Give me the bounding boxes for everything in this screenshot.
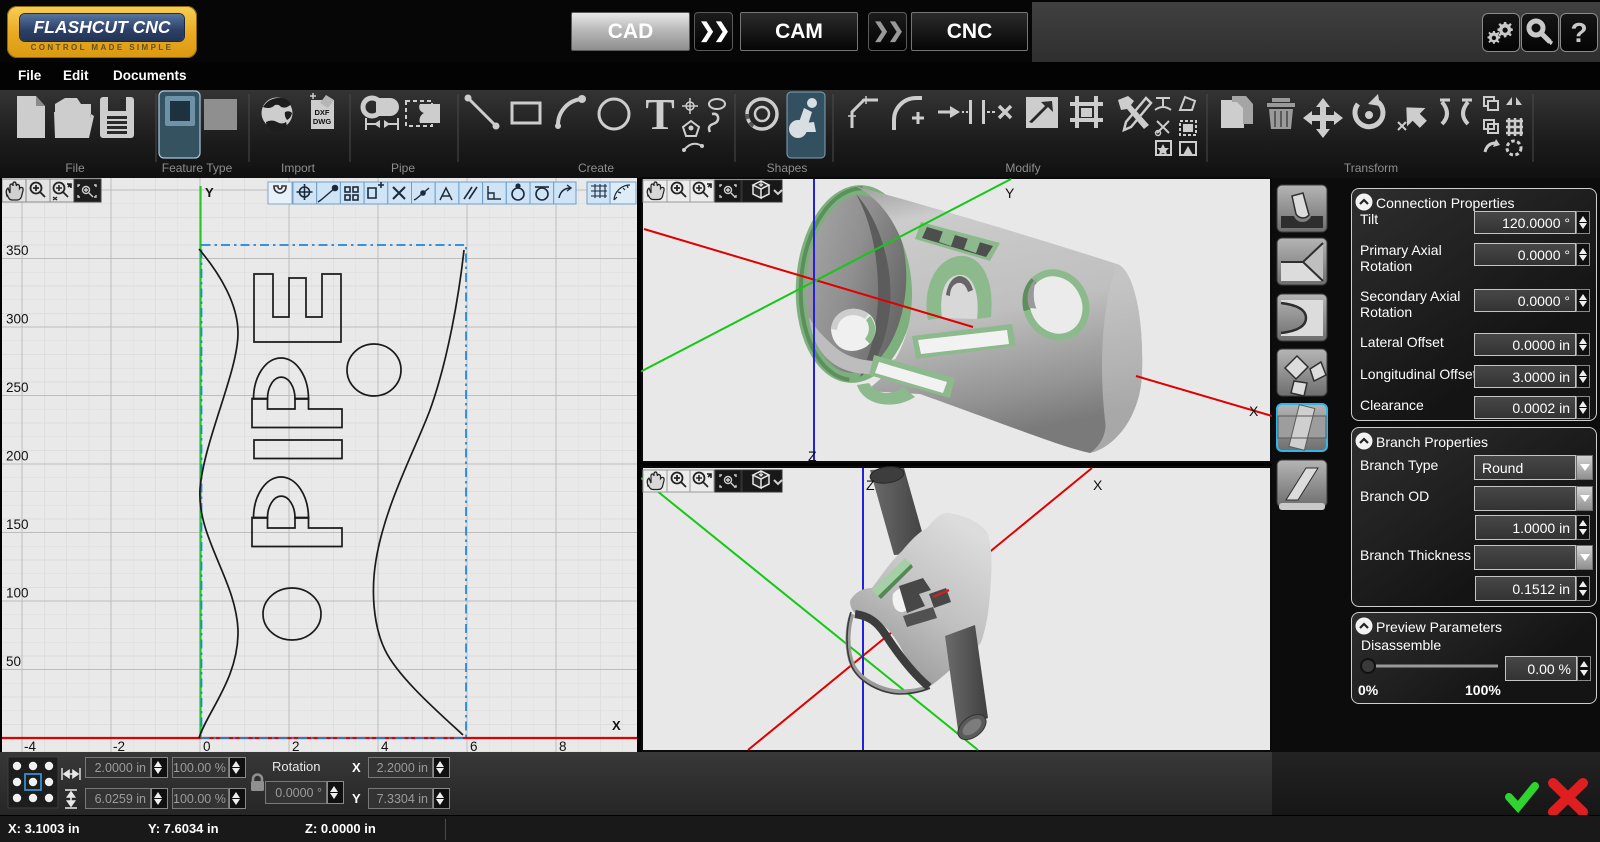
svg-text:X: X bbox=[1249, 403, 1259, 419]
svg-text:200: 200 bbox=[6, 449, 29, 464]
svg-text:Import: Import bbox=[281, 161, 316, 175]
svg-text:0: 0 bbox=[203, 739, 211, 752]
svg-text:2: 2 bbox=[292, 739, 300, 752]
svg-text:X: X bbox=[1093, 477, 1103, 493]
svg-text:DWG: DWG bbox=[313, 117, 331, 126]
svg-text:Shapes: Shapes bbox=[767, 161, 808, 175]
svg-text:150: 150 bbox=[6, 517, 29, 532]
svg-text:-2: -2 bbox=[113, 739, 125, 752]
svg-text:300: 300 bbox=[6, 312, 29, 327]
svg-text:-4: -4 bbox=[24, 739, 36, 752]
svg-text:DXF: DXF bbox=[315, 108, 330, 117]
svg-text:Y: Y bbox=[205, 185, 214, 200]
svg-text:6: 6 bbox=[470, 739, 478, 752]
svg-text:350: 350 bbox=[6, 243, 29, 258]
svg-text:Z: Z bbox=[866, 477, 875, 493]
svg-text:250: 250 bbox=[6, 380, 29, 395]
svg-text:50: 50 bbox=[6, 654, 21, 669]
svg-text:Transform: Transform bbox=[1344, 161, 1398, 175]
svg-text:Feature Type: Feature Type bbox=[162, 161, 233, 175]
svg-text:Y: Y bbox=[1005, 185, 1015, 201]
svg-text:File: File bbox=[65, 161, 85, 175]
svg-text:Pipe: Pipe bbox=[391, 161, 415, 175]
svg-text:Create: Create bbox=[578, 161, 614, 175]
svg-text:4: 4 bbox=[381, 739, 389, 752]
svg-text:Z: Z bbox=[808, 448, 817, 463]
svg-text:8: 8 bbox=[559, 739, 567, 752]
svg-text:T: T bbox=[645, 90, 674, 139]
svg-text:100: 100 bbox=[6, 586, 29, 601]
svg-text:Modify: Modify bbox=[1005, 161, 1040, 175]
svg-text:X: X bbox=[612, 718, 621, 733]
svg-text:?: ? bbox=[1570, 17, 1587, 48]
